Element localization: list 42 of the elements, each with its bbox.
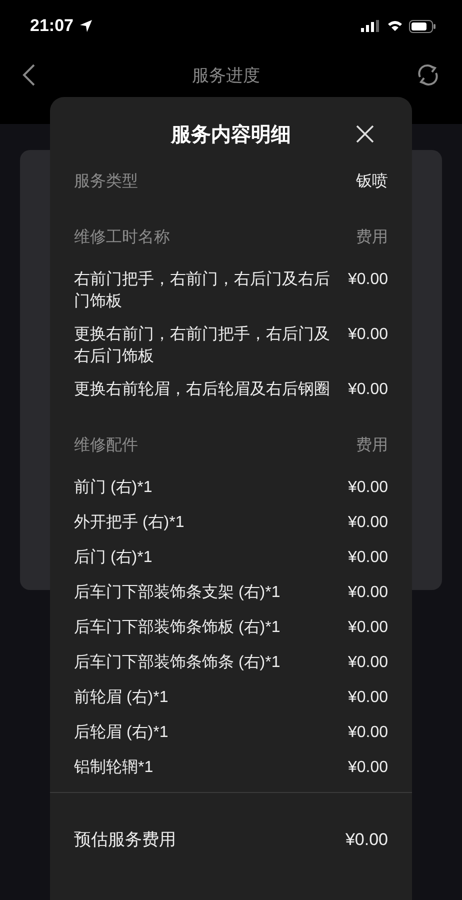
wifi-icon xyxy=(387,20,403,32)
labor-name: 更换右前轮眉，右后轮眉及右后钢圈 xyxy=(74,380,330,400)
total-label: 预估服务费用 xyxy=(74,829,176,851)
section-heading: 维修配件 xyxy=(74,436,138,456)
part-name: 后车门下部装饰条支架 (右)*1 xyxy=(74,582,280,603)
refresh-icon[interactable] xyxy=(416,63,440,87)
part-name: 后车门下部装饰条饰条 (右)*1 xyxy=(74,652,280,673)
modal-title: 服务内容明细 xyxy=(171,122,291,148)
part-fee: ¥0.00 xyxy=(348,618,388,638)
part-fee: ¥0.00 xyxy=(348,583,388,603)
part-name: 前门 (右)*1 xyxy=(74,478,152,498)
part-name: 前轮眉 (右)*1 xyxy=(74,688,168,708)
part-fee: ¥0.00 xyxy=(348,688,388,708)
close-icon[interactable] xyxy=(356,125,374,143)
part-name: 后车门下部装饰条饰板 (右)*1 xyxy=(74,618,280,638)
labor-fee: ¥0.00 xyxy=(348,380,388,400)
page-title: 服务进度 xyxy=(192,64,260,86)
column-heading: 费用 xyxy=(356,228,388,248)
part-fee: ¥0.00 xyxy=(348,758,388,778)
part-name: 后门 (右)*1 xyxy=(74,548,152,568)
part-fee: ¥0.00 xyxy=(348,723,388,743)
location-arrow-icon xyxy=(79,19,94,33)
part-fee: ¥0.00 xyxy=(348,548,388,568)
column-heading: 费用 xyxy=(356,436,388,456)
total-value: ¥0.00 xyxy=(345,829,388,851)
part-name: 铝制轮辋*1 xyxy=(74,758,154,778)
status-time: 21:07 xyxy=(30,16,74,36)
signal-icon xyxy=(361,20,381,32)
labor-fee: ¥0.00 xyxy=(348,325,388,345)
field-label: 服务类型 xyxy=(74,172,138,192)
labor-name: 右前门把手，右前门，右后门及右后门饰板 xyxy=(74,270,331,312)
part-fee: ¥0.00 xyxy=(348,478,388,498)
part-fee: ¥0.00 xyxy=(348,513,388,533)
part-fee: ¥0.00 xyxy=(348,653,388,673)
section-heading: 维修工时名称 xyxy=(74,228,170,248)
back-icon[interactable] xyxy=(22,63,36,87)
labor-name: 更换右前门，右前门把手，右后门及右后门饰板 xyxy=(74,324,331,367)
labor-fee: ¥0.00 xyxy=(348,270,388,290)
field-value: 钣喷 xyxy=(356,172,388,192)
part-name: 外开把手 (右)*1 xyxy=(74,512,184,533)
part-name: 后轮眉 (右)*1 xyxy=(74,722,168,743)
battery-icon xyxy=(409,20,436,32)
